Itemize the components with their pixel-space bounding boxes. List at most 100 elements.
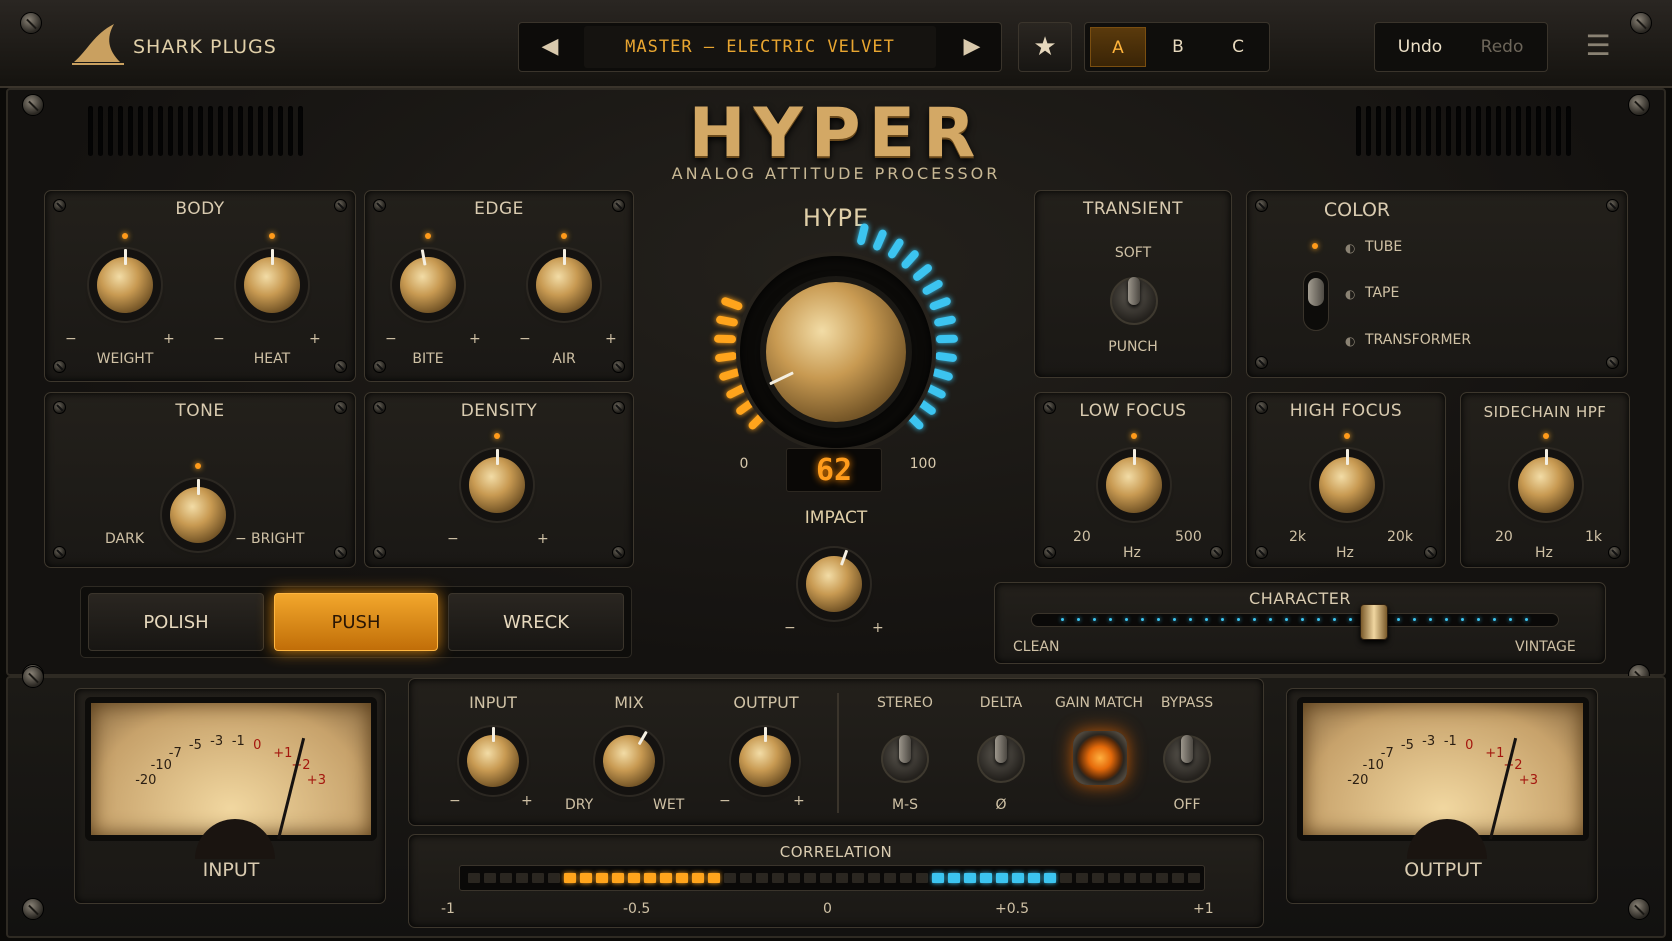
- color-transformer-radio-icon[interactable]: ◐: [1345, 334, 1355, 348]
- correlation-bar: [948, 873, 960, 883]
- bite-plus-label: +: [469, 331, 481, 347]
- snapshot-c-button[interactable]: C: [1210, 27, 1266, 67]
- snapshot-b-button[interactable]: B: [1150, 27, 1206, 67]
- hype-ring-segment: [721, 297, 743, 311]
- correlation-bar: [724, 873, 736, 883]
- sidechain-hpf-knob[interactable]: [1518, 449, 1574, 513]
- weight-minus-label: −: [65, 331, 77, 347]
- body-panel: BODY − + WEIGHT − + HEAT: [44, 190, 356, 382]
- gain-match-button[interactable]: [1073, 731, 1127, 785]
- tone-bright-label: BRIGHT: [251, 531, 305, 547]
- vu-scale-label: -7: [1380, 745, 1394, 761]
- correlation-bar: [1044, 873, 1056, 883]
- bypass-toggle[interactable]: [1163, 735, 1211, 783]
- undo-button[interactable]: Undo: [1380, 27, 1460, 67]
- hype-ring-segment: [935, 352, 957, 362]
- screw-icon: [20, 12, 42, 34]
- mode-push-button[interactable]: PUSH: [274, 593, 438, 651]
- density-led: [494, 433, 500, 439]
- weight-knob[interactable]: [97, 249, 153, 313]
- color-tape-radio-icon[interactable]: ◐: [1345, 287, 1355, 301]
- delta-toggle[interactable]: [977, 735, 1025, 783]
- high-focus-min-label: 2k: [1289, 529, 1307, 545]
- character-slider-dot: [1109, 618, 1112, 621]
- input-gain-knob[interactable]: [467, 727, 519, 787]
- mode-wreck-button[interactable]: WRECK: [448, 593, 624, 651]
- character-slider-thumb[interactable]: [1360, 604, 1389, 640]
- menu-icon[interactable]: ☰: [1580, 26, 1616, 66]
- character-slider-dot: [1317, 618, 1320, 621]
- tone-knob[interactable]: [170, 479, 226, 543]
- air-knob[interactable]: [536, 249, 592, 313]
- color-tape-option[interactable]: TAPE: [1365, 285, 1399, 301]
- character-title: CHARACTER: [1249, 589, 1351, 608]
- next-preset-button[interactable]: ▶: [950, 28, 994, 66]
- hype-ring-segment: [901, 250, 919, 269]
- mix-knob[interactable]: [603, 730, 655, 787]
- transient-punch-label: PUNCH: [1108, 339, 1158, 355]
- preset-name-display[interactable]: MASTER — ELECTRIC VELVET: [584, 26, 936, 68]
- favorite-star-button[interactable]: ★: [1018, 22, 1072, 72]
- character-slider-dot: [1509, 618, 1512, 621]
- redo-button[interactable]: Redo: [1462, 27, 1542, 67]
- output-meter-label: OUTPUT: [1404, 859, 1482, 881]
- transient-toggle[interactable]: [1110, 277, 1158, 325]
- bite-knob[interactable]: [400, 249, 456, 313]
- stereo-ms-label: M-S: [891, 797, 919, 813]
- character-slider-dot: [1333, 618, 1336, 621]
- impact-knob[interactable]: [806, 549, 862, 612]
- correlation-bar: [612, 873, 624, 883]
- hype-ring-segment: [716, 315, 738, 327]
- hype-knob[interactable]: [766, 282, 906, 422]
- hype-ring-segment: [857, 223, 869, 246]
- vu-scale-label: -5: [188, 737, 202, 753]
- output-gain-knob[interactable]: [739, 727, 791, 787]
- heat-knob[interactable]: [244, 249, 300, 313]
- high-focus-knob[interactable]: [1319, 449, 1375, 513]
- correlation-tick-minus-1: -1: [441, 901, 455, 917]
- transient-soft-label: SOFT: [1114, 245, 1152, 261]
- low-focus-max-label: 500: [1175, 529, 1202, 545]
- screw-icon: [1255, 546, 1268, 559]
- correlation-title: CORRELATION: [779, 843, 893, 861]
- correlation-bar: [932, 873, 944, 883]
- snapshot-a-button[interactable]: A: [1090, 27, 1146, 67]
- bypass-off-label: OFF: [1173, 797, 1201, 813]
- correlation-bar: [644, 873, 656, 883]
- stereo-toggle[interactable]: [881, 735, 929, 783]
- mix-dry-label: DRY: [565, 797, 594, 813]
- hype-ring-segment: [905, 411, 924, 430]
- mix-wet-label: WET: [653, 797, 685, 813]
- correlation-bar: [788, 873, 800, 883]
- character-slider-dot: [1461, 618, 1464, 621]
- correlation-bar: [868, 873, 880, 883]
- plugin-subtitle: ANALOG ATTITUDE PROCESSOR: [671, 164, 1001, 183]
- color-tube-option[interactable]: TUBE: [1365, 239, 1402, 255]
- correlation-bar: [500, 873, 512, 883]
- screw-icon: [22, 666, 44, 688]
- transient-title: TRANSIENT: [1082, 199, 1183, 219]
- correlation-tick-0: 0: [823, 901, 832, 917]
- screw-icon: [1255, 199, 1268, 212]
- low-focus-title: LOW FOCUS: [1079, 401, 1187, 421]
- correlation-bar: [1012, 873, 1024, 883]
- density-knob[interactable]: [469, 449, 525, 513]
- low-focus-knob[interactable]: [1106, 449, 1162, 513]
- bite-led: [425, 233, 431, 239]
- correlation-bar: [1076, 873, 1088, 883]
- color-tube-radio-icon[interactable]: ◐: [1345, 241, 1355, 255]
- vu-scale-label: +1: [1485, 745, 1505, 761]
- bite-label: BITE: [412, 351, 444, 367]
- vu-scale-label: +3: [306, 773, 326, 788]
- character-slider-dot: [1173, 618, 1176, 621]
- correlation-bar: [532, 873, 544, 883]
- character-vintage-label: VINTAGE: [1515, 639, 1576, 655]
- correlation-bar: [852, 873, 864, 883]
- character-clean-label: CLEAN: [1013, 639, 1060, 655]
- mode-polish-button[interactable]: POLISH: [88, 593, 264, 651]
- color-transformer-option[interactable]: TRANSFORMER: [1365, 332, 1471, 348]
- color-selector-switch[interactable]: [1303, 271, 1329, 331]
- prev-preset-button[interactable]: ◀: [528, 28, 572, 66]
- heat-plus-label: +: [309, 331, 321, 347]
- vu-scale-label: -1: [231, 733, 245, 749]
